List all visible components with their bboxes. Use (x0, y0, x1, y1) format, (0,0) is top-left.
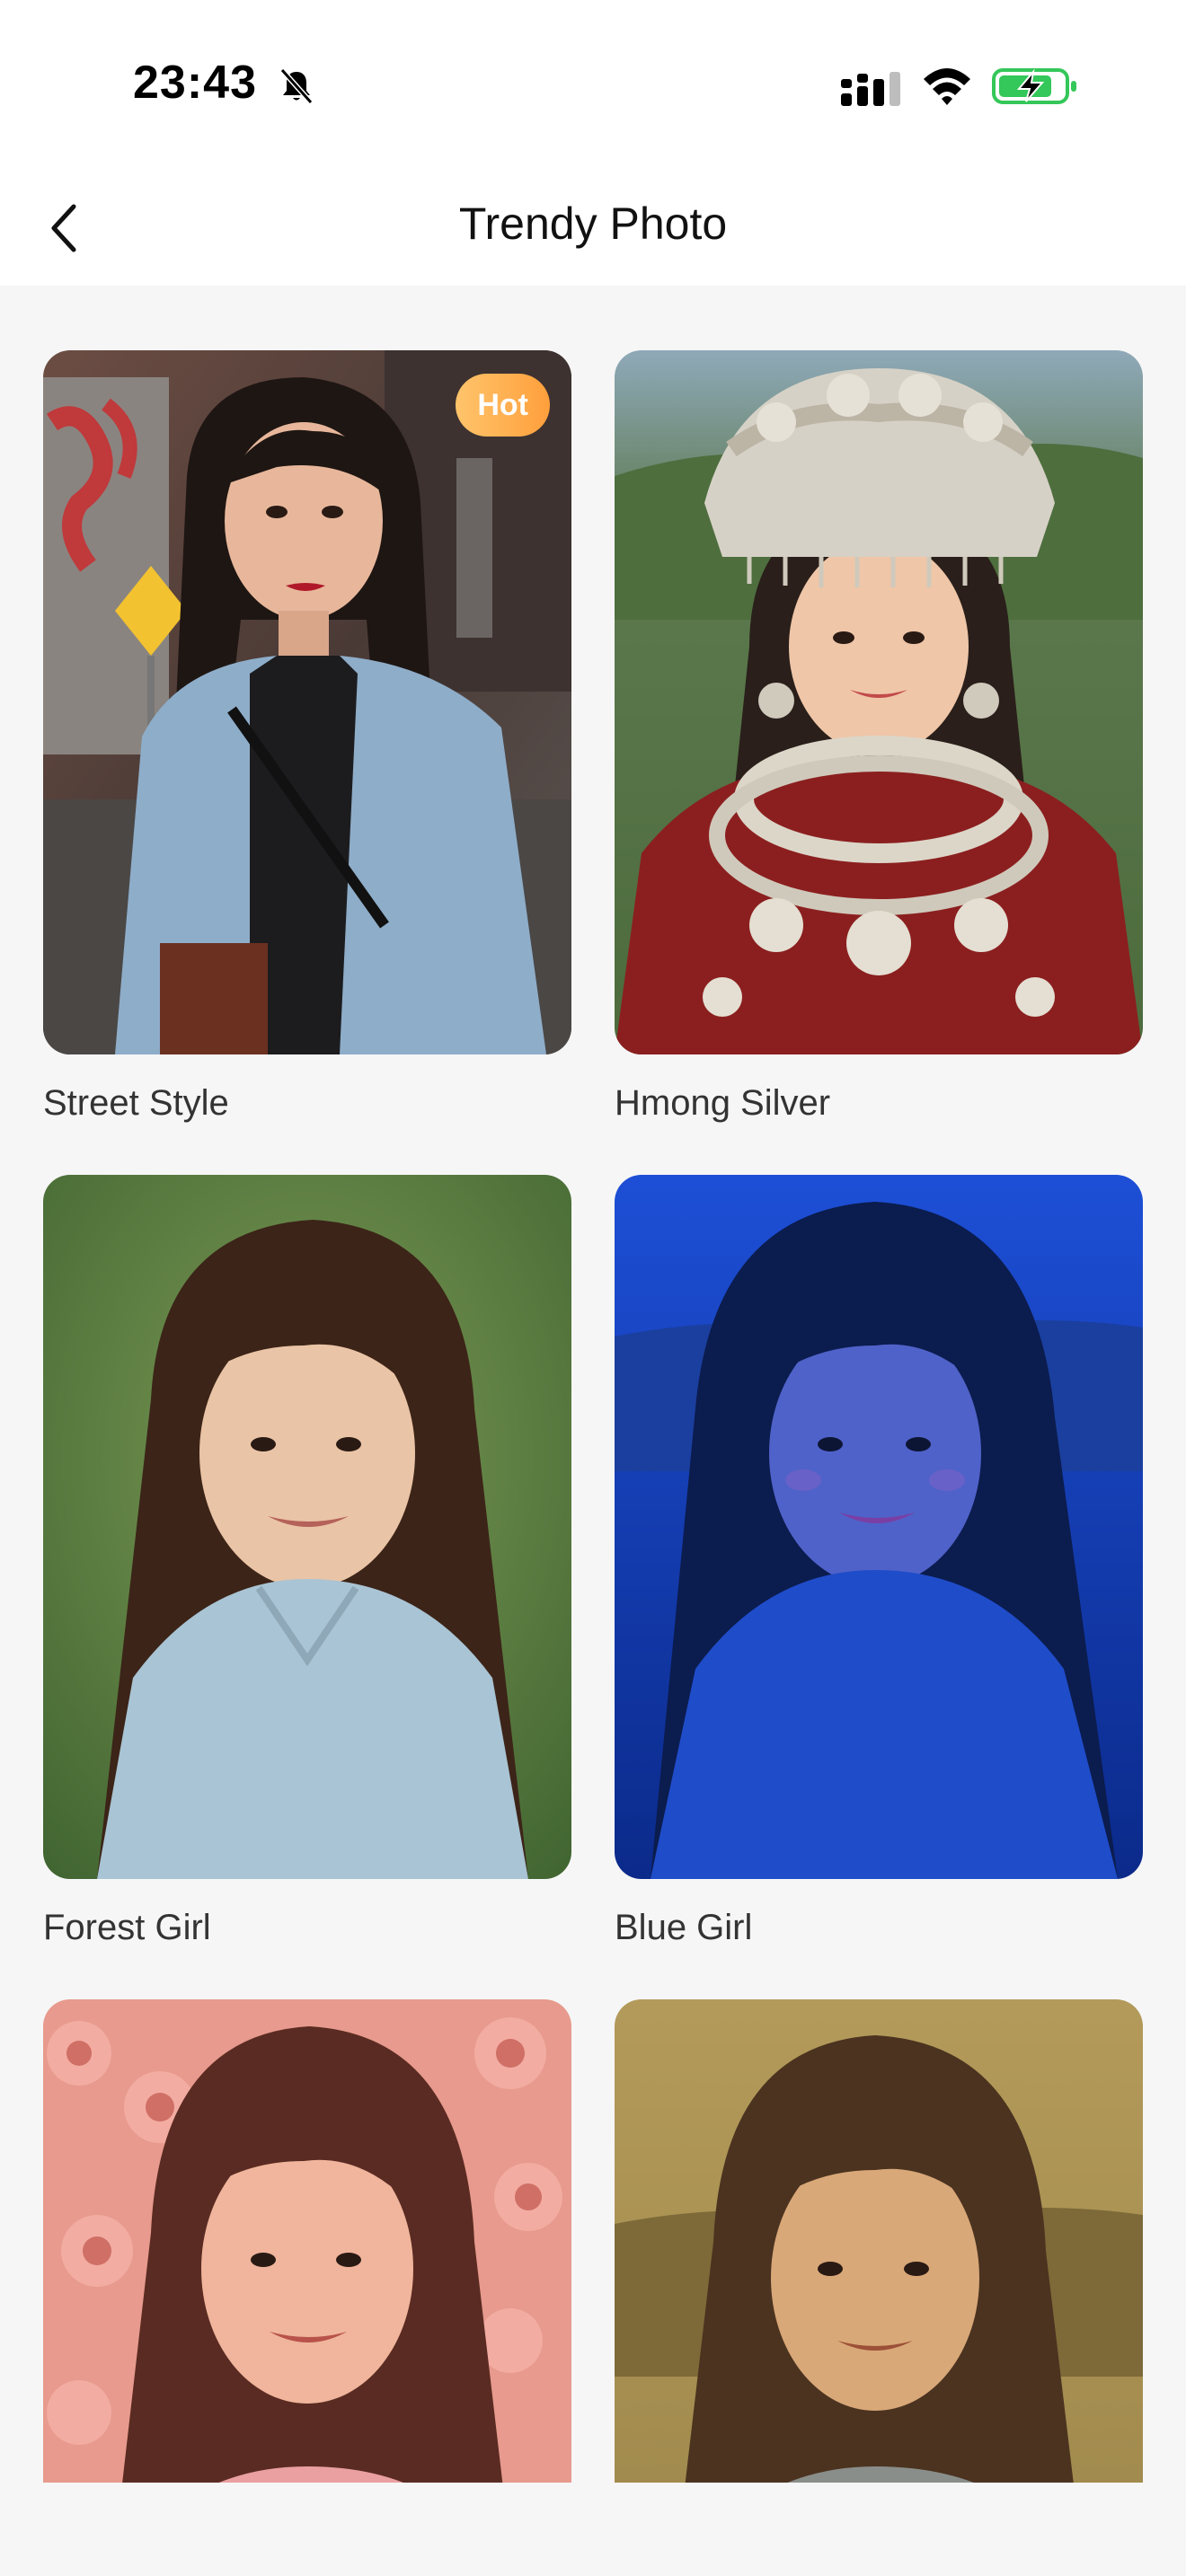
card-label: Forest Girl (43, 1908, 211, 1947)
battery-charging-icon (992, 68, 1076, 104)
card-label: Blue Girl (615, 1908, 753, 1947)
bell-muted-icon (279, 68, 314, 104)
nav-bar: Trendy Photo (0, 171, 1186, 286)
card-label: Hmong Silver (615, 1083, 831, 1123)
style-card-hmong-silver[interactable]: Hmong Silver (615, 350, 1143, 1125)
cellular-signal-icon (841, 72, 900, 106)
card-image[interactable]: Hot (43, 350, 571, 1054)
home-indicator-area (0, 2483, 1186, 2576)
card-image[interactable] (615, 1999, 1143, 2483)
style-card-blue-girl[interactable]: Blue Girl (615, 1175, 1143, 1949)
rose-girl-photo (43, 1999, 571, 2483)
status-bar: 23:43 (0, 0, 1186, 171)
card-label: Street Style (43, 1083, 229, 1123)
style-card-street-style[interactable]: Hot Street Style (43, 350, 571, 1125)
status-time: 23:43 (133, 57, 257, 109)
card-image[interactable] (615, 1175, 1143, 1879)
style-card-vintage-girl[interactable] (615, 1999, 1143, 2483)
card-image[interactable] (43, 1999, 571, 2483)
card-image[interactable] (615, 350, 1143, 1054)
style-card-forest-girl[interactable]: Forest Girl (43, 1175, 571, 1949)
hmong-silver-photo (615, 350, 1143, 1054)
hot-badge: Hot (456, 374, 550, 437)
forest-girl-photo (43, 1175, 571, 1879)
blue-girl-photo (615, 1175, 1143, 1879)
vintage-girl-photo (615, 1999, 1143, 2483)
wifi-icon (924, 68, 970, 105)
style-grid: Hot Street Style Hmong Silver Forest Gir… (0, 286, 1186, 2483)
page-title: Trendy Photo (458, 198, 728, 249)
style-card-rose-girl[interactable] (43, 1999, 571, 2483)
street-style-photo (43, 350, 571, 1054)
card-image[interactable] (43, 1175, 571, 1879)
